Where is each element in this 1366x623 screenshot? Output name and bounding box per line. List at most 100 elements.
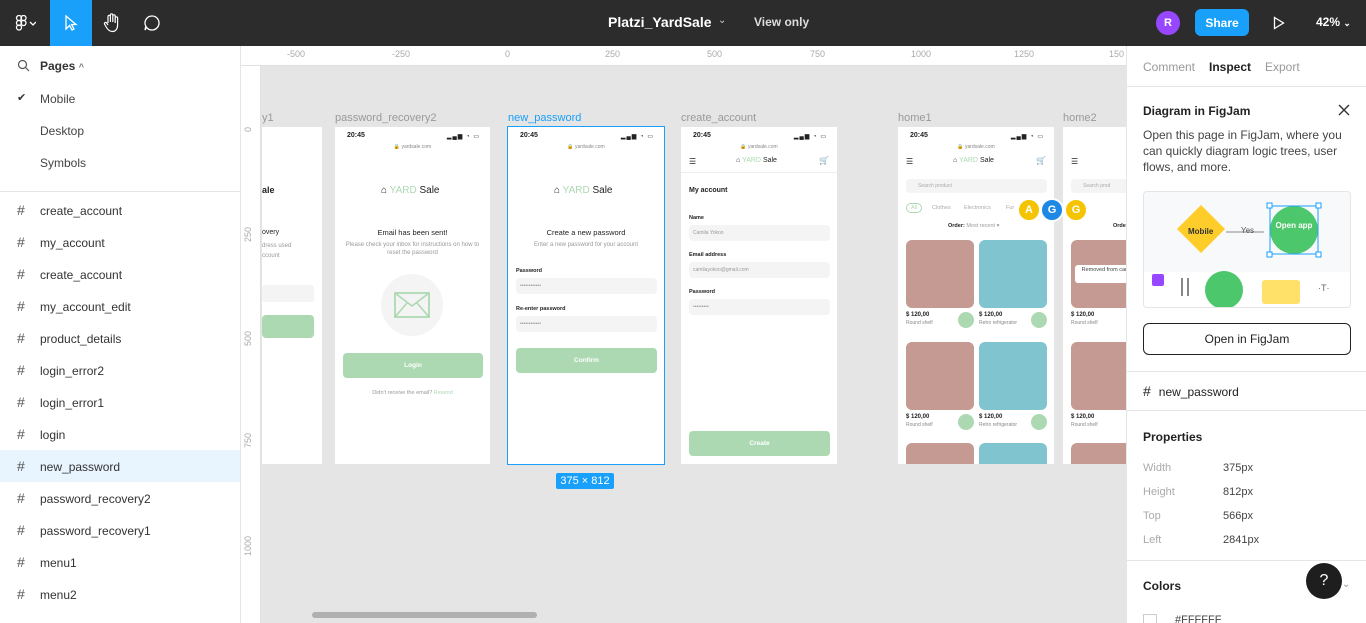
ruler-tick: 1000 [911, 49, 932, 59]
product-price: $ 120,00 [979, 312, 1003, 318]
share-button[interactable]: Share [1195, 9, 1249, 36]
frame-create-account[interactable]: 20:45 ▂▄▆ ◔ ▭ 🔒 yardsale.com ☰ ⌂ YARD Sa… [681, 127, 837, 464]
pages-header-label: Pages ^ [40, 59, 84, 73]
zoom-level[interactable]: 42% ⌄ [1316, 15, 1351, 29]
layer-menu1[interactable]: # menu1 [0, 546, 240, 578]
move-tool-button[interactable] [50, 0, 92, 46]
phone-time: 20:45 [910, 132, 928, 139]
frame-label[interactable]: create_account [681, 112, 756, 124]
open-in-figjam-button[interactable]: Open in FigJam [1143, 323, 1351, 355]
product-price: $ 120,00 [1071, 414, 1095, 420]
layer-product-details[interactable]: # product_details [0, 322, 240, 354]
property-key: Left [1143, 534, 1162, 546]
figma-menu-button[interactable] [0, 0, 50, 46]
layer-menu2[interactable]: # menu2 [0, 578, 240, 610]
design-canvas[interactable]: y1 ale overy dress used ccount password_… [262, 67, 1126, 623]
ruler-tick: 1250 [1014, 49, 1035, 59]
layer-my-account[interactable]: # my_account [0, 226, 240, 258]
tab-comment[interactable]: Comment [1143, 60, 1195, 74]
product-image-round-shelf [906, 240, 974, 308]
tab-inspect[interactable]: Inspect [1209, 60, 1251, 74]
name-field: Camila Yokoo [689, 225, 830, 241]
hand-tool-button[interactable] [92, 0, 132, 46]
layer-new-password[interactable]: # new_password [0, 450, 240, 482]
frame-icon: # [17, 362, 25, 378]
property-key: Width [1143, 462, 1172, 474]
frame-icon: # [17, 426, 25, 442]
layer-create-account-2[interactable]: # create_account [0, 258, 240, 290]
name-label: Name [689, 215, 704, 221]
frame-partial[interactable]: ale overy dress used ccount [262, 127, 322, 464]
tab-export[interactable]: Export [1265, 60, 1300, 74]
pages-header[interactable]: Pages ^ [0, 46, 240, 86]
login-button: Login [343, 353, 483, 378]
property-value[interactable]: 2841px [1223, 534, 1259, 546]
layer-login[interactable]: # login [0, 418, 240, 450]
file-menu-chevron-icon[interactable]: ⌄ [718, 15, 726, 26]
horizontal-scrollbar[interactable] [312, 612, 537, 618]
logo-part: Sale [761, 157, 777, 164]
property-value[interactable]: 566px [1223, 510, 1253, 522]
frame-home2[interactable]: ☰ Search prod Orde Removed from cart $ 1… [1063, 127, 1126, 464]
close-icon [1338, 104, 1350, 116]
frame-label[interactable]: home2 [1063, 112, 1097, 124]
page-item-symbols[interactable]: Symbols [0, 146, 240, 178]
yardsale-logo: ⌂ YARD Sale [381, 185, 440, 196]
frame-label[interactable]: password_recovery2 [335, 112, 437, 124]
frame-label[interactable]: home1 [898, 112, 932, 124]
property-value[interactable]: 375px [1223, 462, 1253, 474]
layer-label: menu2 [40, 588, 77, 602]
search-product-field: Search prod [1071, 179, 1126, 193]
password-label: Password [689, 289, 715, 295]
layer-password-recovery1[interactable]: # password_recovery1 [0, 514, 240, 546]
phone-url: 🔒 yardsale.com [393, 144, 432, 150]
ruler-tick: 0 [243, 126, 253, 132]
collaborator-avatar[interactable]: G [1040, 198, 1064, 222]
layer-my-account-edit[interactable]: # my_account_edit [0, 290, 240, 322]
page-item-label: Desktop [40, 124, 85, 138]
frame-label-selected[interactable]: new_password [508, 112, 581, 124]
collaborator-avatar[interactable]: G [1064, 198, 1088, 222]
frame-home1[interactable]: 20:45 ▂▄▆ ◔ ▭ 🔒 yardsale.com ☰ ⌂ YARD Sa… [898, 127, 1054, 464]
help-button[interactable]: ? [1306, 563, 1342, 599]
figjam-diagram-preview: Mobile Yes Open app ·T· [1143, 191, 1351, 308]
frame-password-recovery2[interactable]: 20:45 ▂▄▆ ◔ ▭ 🔒 yardsale.com ⌂ YARD Sale… [335, 127, 490, 464]
product-name: Round shelf [906, 422, 933, 428]
email-label: Email address [689, 252, 727, 258]
selected-frame-label: new_password [1158, 385, 1239, 399]
ruler-tick: 250 [605, 49, 621, 59]
logo-part: Sale [978, 157, 994, 164]
frame-icon: # [17, 202, 25, 218]
present-button[interactable] [1268, 12, 1290, 34]
pages-divider [0, 191, 240, 192]
hamburger-menu-icon: ☰ [689, 157, 697, 166]
layer-login-error2[interactable]: # login_error2 [0, 354, 240, 386]
color-value[interactable]: #FFFFFF [1175, 614, 1221, 623]
logo-part: YARD [389, 185, 417, 196]
property-value[interactable]: 812px [1223, 486, 1253, 498]
layer-login-error1[interactable]: # login_error1 [0, 386, 240, 418]
file-title[interactable]: Platzi_YardSale [608, 14, 712, 30]
colors-chevron-icon[interactable]: ⌄ [1342, 579, 1350, 590]
close-promo-button[interactable] [1337, 103, 1351, 117]
color-swatch[interactable] [1143, 614, 1157, 623]
logo-part: YARD [562, 185, 590, 196]
category-chip: Clothes [932, 205, 951, 211]
cursor-arrow-icon [65, 15, 78, 31]
layer-create-account[interactable]: # create_account [0, 194, 240, 226]
zoom-chevron-icon: ⌄ [1343, 18, 1351, 28]
layer-password-recovery2[interactable]: # password_recovery2 [0, 482, 240, 514]
user-avatar[interactable]: R [1156, 11, 1180, 35]
recovery-subtitle: Please check your inbox for instructions… [345, 242, 480, 256]
phone-url: 🔒 yardsale.com [567, 144, 605, 150]
page-item-mobile[interactable]: ✔ Mobile [0, 82, 240, 114]
product-image-refrigerator [979, 240, 1047, 308]
frame-label[interactable]: y1 [262, 112, 274, 124]
frame-new-password[interactable]: 20:45 ▂▄▆ ◔ ▭ 🔒 yardsale.com ⌂ YARD Sale… [507, 126, 665, 465]
page-item-desktop[interactable]: Desktop [0, 114, 240, 146]
left-sidebar: Pages ^ ✔ Mobile Desktop Symbols # create… [0, 46, 241, 623]
comment-tool-button[interactable] [132, 0, 172, 46]
diagram-edge-label: Yes [1241, 226, 1255, 235]
phone-time: 20:45 [693, 132, 711, 139]
collaborator-avatar[interactable]: A [1017, 198, 1041, 222]
